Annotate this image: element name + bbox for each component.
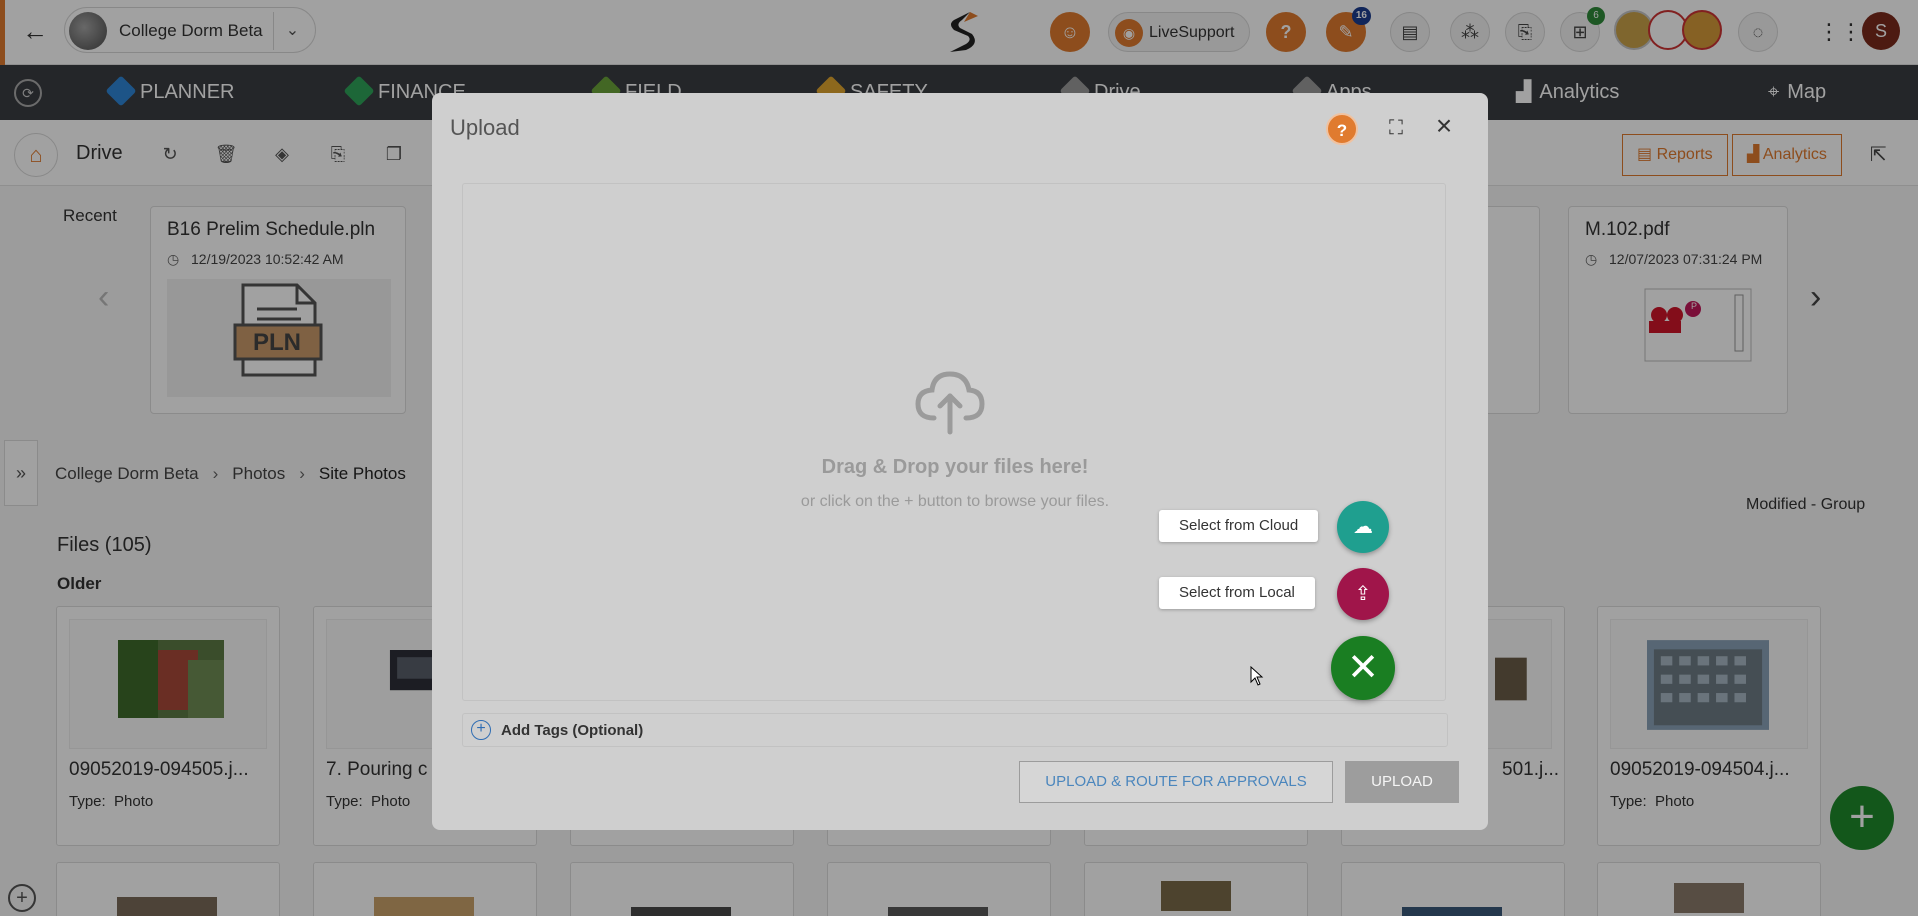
drop-zone-subtitle: or click on the + button to browse your … bbox=[800, 493, 1110, 510]
fullscreen-icon[interactable]: ⛶ bbox=[1383, 115, 1409, 141]
mouse-cursor-icon bbox=[1250, 666, 1264, 686]
upload-button[interactable]: UPLOAD bbox=[1345, 761, 1459, 803]
add-tags-toggle[interactable]: + Add Tags (Optional) bbox=[462, 713, 1448, 747]
upload-and-route-button[interactable]: UPLOAD & ROUTE FOR APPROVALS bbox=[1019, 761, 1333, 803]
drop-zone-title: Drag & Drop your files here! bbox=[821, 456, 1089, 478]
cloud-download-icon[interactable]: ☁ bbox=[1337, 501, 1389, 553]
file-drop-zone[interactable]: Drag & Drop your files here! or click on… bbox=[462, 183, 1446, 701]
dialog-title: Upload bbox=[450, 115, 520, 140]
select-from-local-label[interactable]: Select from Local bbox=[1159, 577, 1315, 609]
close-icon[interactable]: × bbox=[1429, 111, 1459, 141]
upload-dialog: Upload ? ⛶ × Drag & Drop your files here… bbox=[432, 93, 1488, 830]
select-from-cloud-label[interactable]: Select from Cloud bbox=[1159, 510, 1319, 542]
add-tags-label: Add Tags (Optional) bbox=[501, 722, 644, 739]
cloud-upload-icon bbox=[915, 371, 985, 435]
plus-circle-icon: + bbox=[471, 720, 491, 740]
local-upload-icon[interactable]: ⇪ bbox=[1337, 568, 1389, 620]
close-menu-button[interactable]: ✕ bbox=[1331, 636, 1395, 700]
help-icon[interactable]: ? bbox=[1326, 113, 1358, 145]
